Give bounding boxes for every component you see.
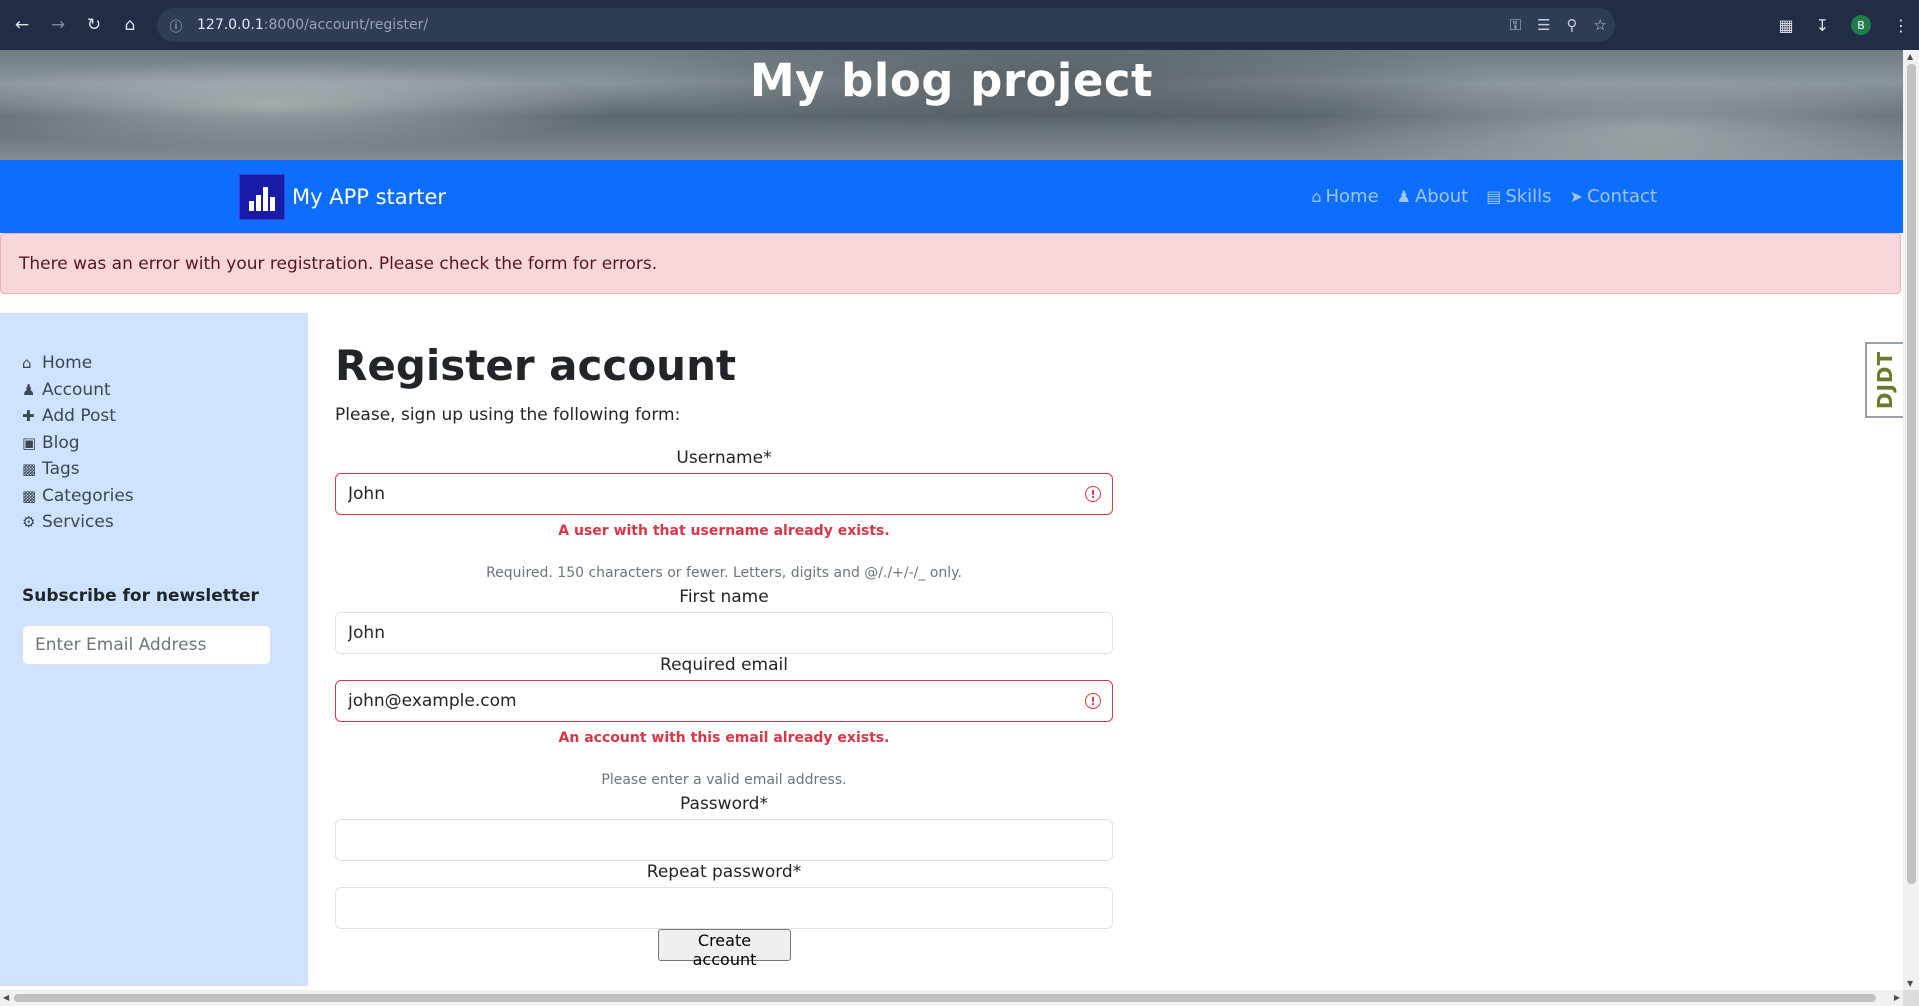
forward-icon[interactable]: → — [44, 11, 72, 39]
nav-link-home[interactable]: ⌂ Home — [1311, 186, 1378, 207]
email-label: Required email — [660, 655, 788, 675]
nav-link-label: Contact — [1586, 186, 1657, 207]
email-error: An account with this email already exist… — [558, 730, 890, 746]
hero-banner: My blog project — [0, 50, 1903, 160]
sidebar-item-label: Services — [42, 512, 114, 533]
sidebar-item-label: Home — [42, 353, 93, 374]
home-icon: ⌂ — [1311, 187, 1322, 206]
newsletter-title: Subscribe for newsletter — [22, 586, 259, 606]
brand-logo-icon — [239, 174, 285, 220]
username-error: A user with that username already exists… — [558, 523, 890, 539]
password-label: Password* — [680, 794, 768, 814]
repeat-password-label: Repeat password* — [646, 862, 802, 882]
brand-name: My APP starter — [292, 185, 447, 209]
email-help: Please enter a valid email address. — [601, 772, 847, 788]
vertical-scroll-thumb[interactable] — [1907, 64, 1916, 884]
sidebar-menu: ⌂ Home ♟ Account ✚ Add Post ▣ Blog ▩ Tag… — [22, 350, 134, 536]
plus-icon: ✚ — [22, 407, 35, 426]
sidebar-item-label: Account — [42, 379, 111, 400]
sidebar: ⌂ Home ♟ Account ✚ Add Post ▣ Blog ▩ Tag… — [0, 313, 308, 986]
extensions-icon[interactable]: ▦ — [1778, 16, 1793, 35]
nav-link-label: Skills — [1505, 186, 1552, 207]
form-intro: Please, sign up using the following form… — [335, 405, 681, 425]
page-title: Register account — [335, 341, 737, 390]
reload-icon[interactable]: ↻ — [80, 11, 108, 39]
scrollbar-corner — [1903, 990, 1919, 1006]
sidebar-item-blog[interactable]: ▣ Blog — [22, 430, 134, 457]
debug-toolbar-handle[interactable]: DJDT — [1865, 342, 1903, 418]
sidebar-item-account[interactable]: ♟ Account — [22, 377, 134, 404]
password-key-icon[interactable]: ⚿ — [1510, 16, 1521, 34]
bookmark-star-icon[interactable]: ☆ — [1594, 16, 1607, 34]
email-input[interactable] — [335, 680, 1113, 722]
nav-link-contact[interactable]: ➤ Contact — [1570, 186, 1657, 207]
nav-link-about[interactable]: ♟ About — [1397, 186, 1469, 207]
username-input[interactable] — [335, 473, 1113, 515]
book-icon: ▤ — [1486, 187, 1502, 206]
browser-toolbar: ← → ↻ ⌂ ⓘ 127.0.0.1:8000/account/registe… — [0, 0, 1919, 50]
username-label: Username* — [676, 448, 772, 468]
zoom-icon[interactable]: ⚲ — [1567, 16, 1578, 34]
first-name-label: First name — [679, 587, 769, 607]
briefcase-icon: ▩ — [22, 460, 37, 479]
create-account-button[interactable]: Create account — [658, 929, 791, 969]
download-icon[interactable]: ↧ — [1816, 16, 1829, 35]
user-icon: ♟ — [22, 380, 36, 399]
sidebar-item-add-post[interactable]: ✚ Add Post — [22, 403, 134, 430]
error-alert: There was an error with your registratio… — [0, 233, 1901, 294]
home-icon[interactable]: ⌂ — [116, 11, 144, 39]
profile-avatar[interactable]: B — [1851, 15, 1871, 35]
sidebar-item-label: Add Post — [42, 406, 116, 427]
paper-plane-icon: ➤ — [1569, 187, 1583, 206]
username-help: Required. 150 characters or fewer. Lette… — [486, 565, 962, 581]
sidebar-item-services[interactable]: ⚙ Services — [22, 509, 134, 536]
site-info-icon[interactable]: ⓘ — [167, 16, 185, 35]
nav-link-skills[interactable]: ▤ Skills — [1486, 186, 1551, 207]
sidebar-item-label: Tags — [42, 459, 80, 480]
nav-link-label: Home — [1325, 186, 1379, 207]
scroll-right-icon[interactable]: ▶ — [1894, 993, 1900, 1002]
url-path: :8000/account/register/ — [263, 17, 429, 33]
back-icon[interactable]: ← — [8, 11, 36, 39]
navbar-links: ⌂ Home ♟ About ▤ Skills ➤ Contact — [1293, 160, 1657, 233]
navbar-brand[interactable]: My APP starter — [239, 174, 446, 220]
browser-menu-icon[interactable]: ⋮ — [1893, 16, 1909, 35]
gears-icon: ⚙ — [22, 513, 36, 532]
user-icon: ♟ — [1396, 187, 1411, 206]
sidebar-item-label: Categories — [42, 485, 134, 506]
sidebar-item-label: Blog — [42, 432, 80, 453]
sticky-note-icon: ▣ — [22, 433, 37, 452]
vertical-scrollbar[interactable]: ▲ ▼ — [1903, 50, 1919, 990]
scroll-up-icon[interactable]: ▲ — [1907, 52, 1913, 61]
translate-icon[interactable]: ☰ — [1537, 16, 1550, 34]
debug-toolbar-label: DJDT — [1873, 350, 1898, 410]
nav-link-label: About — [1414, 186, 1469, 207]
invalid-icon: ! — [1085, 486, 1101, 502]
invalid-icon: ! — [1085, 693, 1101, 709]
scroll-down-icon[interactable]: ▼ — [1907, 979, 1913, 988]
briefcase-icon: ▩ — [22, 486, 37, 505]
main-navbar: My APP starter ⌂ Home ♟ About ▤ Skills ➤… — [0, 160, 1903, 233]
horizontal-scroll-thumb[interactable] — [14, 994, 1876, 1002]
newsletter-email-input[interactable] — [22, 625, 271, 665]
sidebar-item-tags[interactable]: ▩ Tags — [22, 456, 134, 483]
url-host: 127.0.0.1 — [197, 17, 264, 33]
sidebar-item-categories[interactable]: ▩ Categories — [22, 483, 134, 510]
scroll-left-icon[interactable]: ◀ — [3, 993, 9, 1002]
first-name-input[interactable] — [335, 612, 1113, 654]
repeat-password-input[interactable] — [335, 887, 1113, 929]
site-title: My blog project — [749, 54, 1154, 107]
home-icon: ⌂ — [22, 354, 32, 373]
alert-message: There was an error with your registratio… — [19, 253, 658, 274]
horizontal-scrollbar[interactable]: ◀ ▶ — [0, 990, 1903, 1006]
sidebar-item-home[interactable]: ⌂ Home — [22, 350, 134, 377]
address-bar[interactable]: ⓘ 127.0.0.1:8000/account/register/ ⚿ ☰ ⚲… — [157, 8, 1615, 42]
url-text[interactable]: 127.0.0.1:8000/account/register/ — [197, 17, 428, 33]
password-input[interactable] — [335, 819, 1113, 861]
